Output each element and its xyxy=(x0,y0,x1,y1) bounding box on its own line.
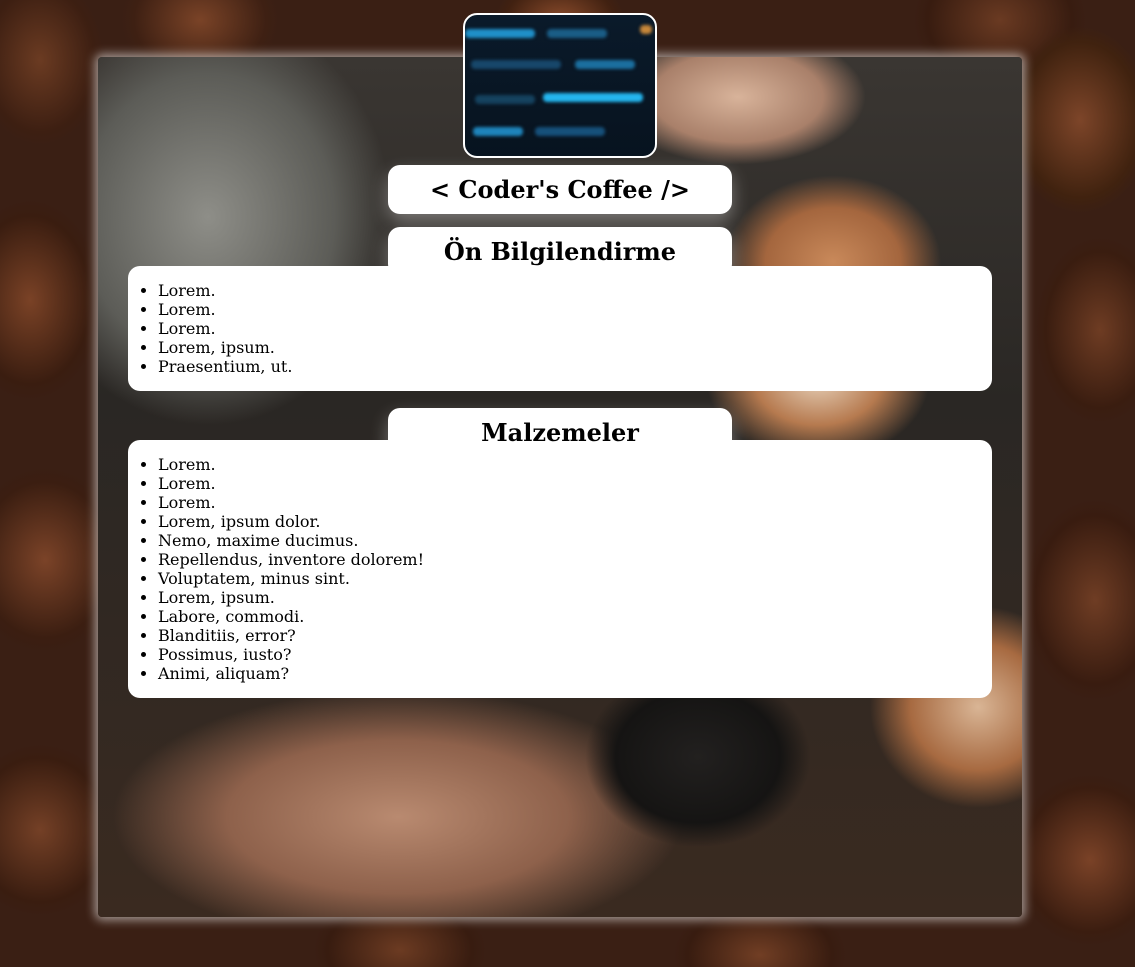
section-heading-on-bilgilendirme: Ön Bilgilendirme xyxy=(388,227,732,276)
code-line xyxy=(640,25,652,34)
list-item: Lorem. xyxy=(158,300,992,319)
list-item: Voluptatem, minus sint. xyxy=(158,569,992,588)
section-panel-malzemeler: Lorem. Lorem. Lorem. Lorem, ipsum dolor.… xyxy=(128,440,992,698)
list-item: Repellendus, inventore dolorem! xyxy=(158,550,992,569)
list-item: Lorem. xyxy=(158,319,992,338)
section-heading-malzemeler: Malzemeler xyxy=(388,408,732,457)
bullet-list: Lorem. Lorem. Lorem. Lorem, ipsum. Praes… xyxy=(128,266,992,376)
list-item: Lorem, ipsum dolor. xyxy=(158,512,992,531)
code-line xyxy=(575,60,635,69)
list-item: Lorem, ipsum. xyxy=(158,588,992,607)
list-item: Blanditiis, error? xyxy=(158,626,992,645)
list-item: Lorem. xyxy=(158,455,992,474)
bullet-list: Lorem. Lorem. Lorem. Lorem, ipsum dolor.… xyxy=(128,440,992,683)
list-item: Lorem. xyxy=(158,281,992,300)
code-line xyxy=(535,127,605,136)
code-line xyxy=(547,29,607,38)
code-line xyxy=(465,29,535,38)
list-item: Animi, aliquam? xyxy=(158,664,992,683)
list-item: Lorem. xyxy=(158,493,992,512)
code-line xyxy=(471,60,561,69)
site-title: < Coder's Coffee /> xyxy=(388,165,732,214)
list-item: Nemo, maxime ducimus. xyxy=(158,531,992,550)
list-item: Lorem. xyxy=(158,474,992,493)
list-item: Lorem, ipsum. xyxy=(158,338,992,357)
code-line xyxy=(543,93,643,102)
page: { "header": { "logo_icon": "code-screen-… xyxy=(0,0,1135,967)
code-line xyxy=(473,127,523,136)
code-line xyxy=(475,95,535,104)
list-item: Labore, commodi. xyxy=(158,607,992,626)
list-item: Praesentium, ut. xyxy=(158,357,992,376)
code-screen-logo xyxy=(463,13,657,158)
section-panel-on-bilgilendirme: Lorem. Lorem. Lorem. Lorem, ipsum. Praes… xyxy=(128,266,992,391)
list-item: Possimus, iusto? xyxy=(158,645,992,664)
